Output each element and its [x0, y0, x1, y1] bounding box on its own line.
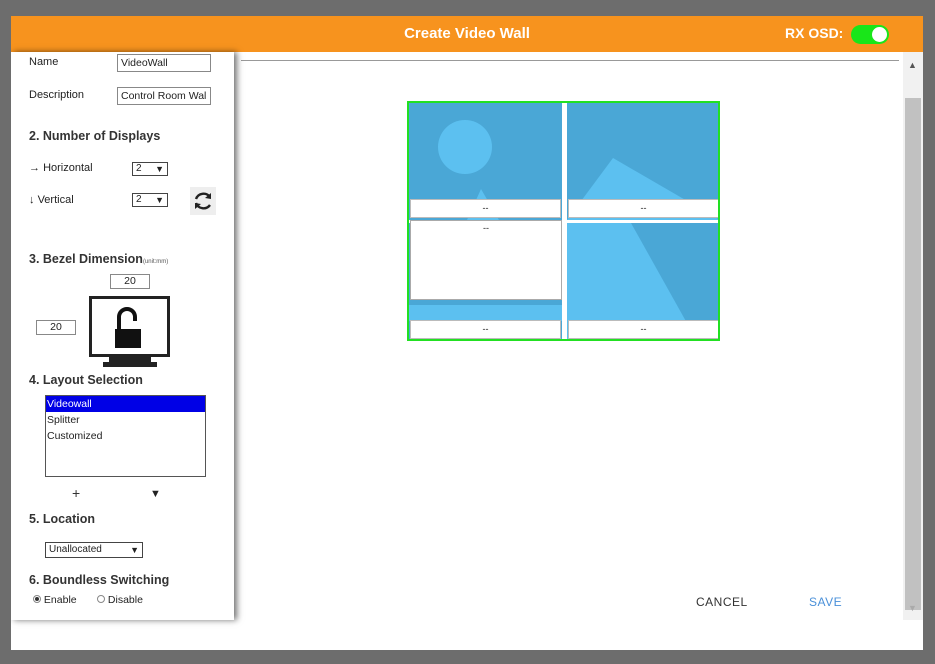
scroll-down-icon[interactable]: ▼ [908, 603, 917, 613]
enable-label: Enable [43, 594, 77, 606]
bezel-heading: 3. Bezel Dimension(unit:mm) [29, 252, 168, 266]
scrollbar-thumb[interactable] [905, 98, 921, 610]
dropdown-arrow-icon: ▼ [155, 164, 164, 174]
displays-heading: 2. Number of Displays [29, 129, 161, 143]
tile-caption: -- [568, 199, 718, 218]
scroll-up-icon[interactable]: ▲ [908, 60, 917, 70]
window-caption: -- [483, 223, 489, 233]
settings-sidebar: Name VideoWall Description Control Room … [11, 52, 234, 620]
horizontal-row: → Horizontal [29, 162, 93, 174]
monitor-unlock-icon [89, 296, 170, 367]
refresh-button[interactable] [190, 187, 216, 215]
content-divider [241, 60, 899, 61]
tile-caption: -- [410, 199, 561, 218]
rx-osd-toggle[interactable] [851, 25, 889, 44]
vertical-select[interactable]: 2 ▼ [132, 193, 168, 207]
name-input[interactable]: VideoWall [117, 54, 211, 72]
bezel-unit: (unit:mm) [142, 259, 169, 265]
refresh-icon [194, 192, 211, 210]
layout-heading: 4. Layout Selection [29, 373, 143, 387]
horizontal-value: 2 [136, 163, 142, 174]
radio-icon [97, 595, 105, 603]
title-bar: Create Video Wall RX OSD: [11, 16, 923, 52]
tile-caption: -- [568, 320, 718, 339]
toggle-knob [872, 27, 887, 42]
dropdown-arrow-icon: ▼ [155, 195, 164, 205]
tile-caption: -- [410, 320, 561, 339]
horizontal-select[interactable]: 2 ▼ [132, 162, 168, 176]
layout-listbox[interactable]: Videowall Splitter Customized [45, 395, 206, 477]
rx-osd-label: RX OSD: [785, 25, 844, 41]
right-arrow-icon: → [29, 162, 40, 174]
dropdown-arrow-icon: ▼ [130, 545, 139, 555]
bezel-title: 3. Bezel Dimension [29, 252, 143, 266]
enable-radio[interactable]: Enable [33, 594, 77, 606]
bezel-lock-button[interactable] [89, 296, 171, 368]
bezel-top-input[interactable]: 20 [110, 274, 150, 289]
location-value: Unallocated [49, 544, 102, 555]
radio-icon [33, 595, 41, 603]
down-arrow-icon: ↓ [29, 194, 35, 206]
expand-arrow-icon[interactable]: ▼ [150, 488, 161, 500]
video-wall-preview[interactable]: -- -- -- -- -- [407, 101, 720, 341]
vertical-label: Vertical [37, 194, 74, 206]
disable-radio[interactable]: Disable [97, 594, 143, 606]
layout-option[interactable]: Customized [46, 428, 205, 444]
bezel-side-input[interactable]: 20 [36, 320, 76, 335]
layout-option[interactable]: Videowall [46, 396, 205, 412]
vertical-scrollbar[interactable]: ▲ ▼ [903, 52, 923, 620]
disable-label: Disable [107, 594, 143, 606]
window-overlay[interactable]: -- [410, 220, 562, 300]
add-icon[interactable]: + [72, 485, 80, 501]
description-label: Description [29, 89, 85, 101]
create-video-wall-dialog: Create Video Wall RX OSD: Name VideoWall… [11, 16, 923, 650]
cancel-button[interactable]: CANCEL [696, 595, 748, 609]
location-select[interactable]: Unallocated ▼ [45, 542, 143, 558]
boundless-heading: 6. Boundless Switching [29, 573, 170, 587]
location-heading: 5. Location [29, 512, 95, 526]
save-button[interactable]: SAVE [809, 595, 842, 609]
name-label: Name [29, 56, 59, 68]
description-input[interactable]: Control Room Wal [117, 87, 211, 105]
layout-option[interactable]: Splitter [46, 412, 205, 428]
vertical-value: 2 [136, 194, 142, 205]
horizontal-label: Horizontal [43, 162, 93, 174]
vertical-row: ↓ Vertical [29, 194, 74, 206]
